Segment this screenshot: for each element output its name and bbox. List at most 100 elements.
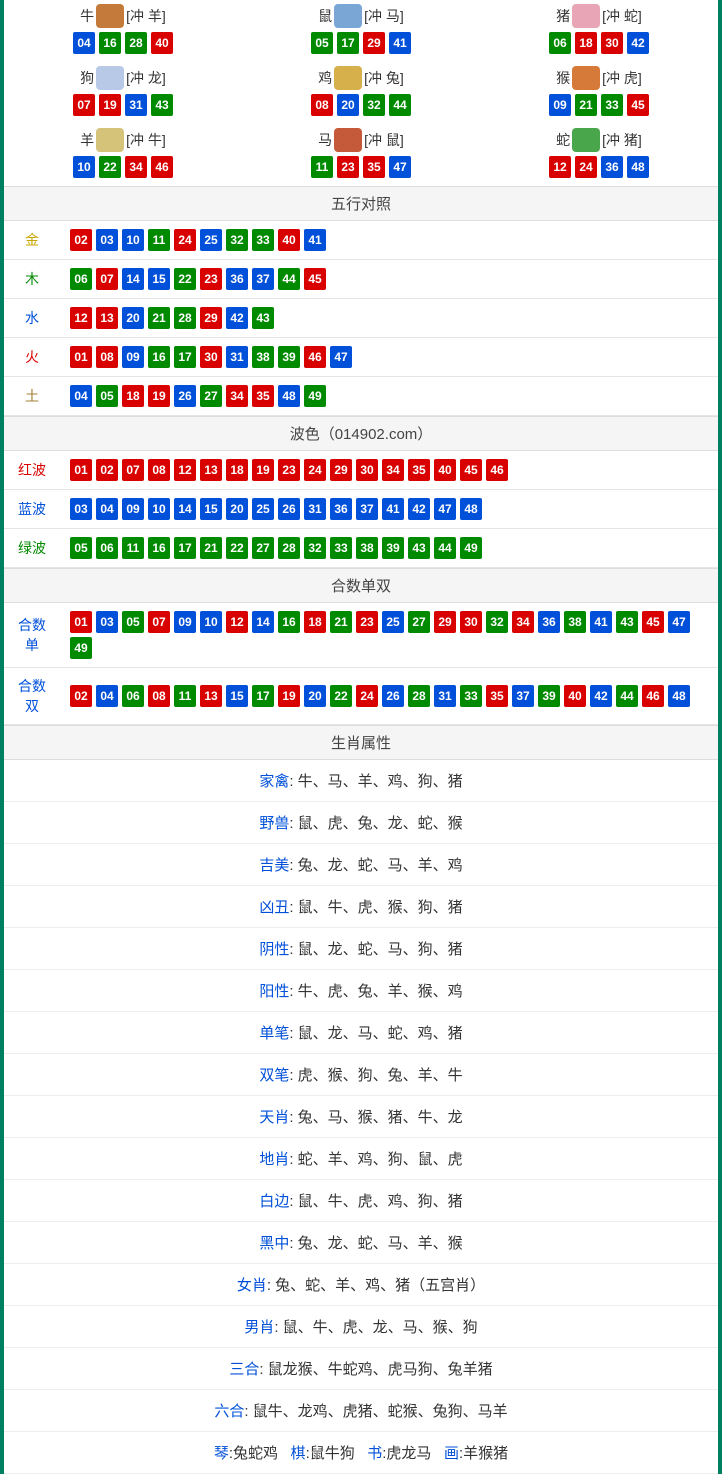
number-ball: 33 [252,229,274,251]
zodiac-clash: [冲 龙] [126,68,166,88]
attr-value: 鼠、牛、虎、龙、马、猴、狗 [283,1319,478,1336]
number-ball: 43 [408,537,430,559]
number-ball: 28 [125,32,147,54]
number-ball: 05 [70,537,92,559]
attr-row: 六合: 鼠牛、龙鸡、虎猪、蛇猴、兔狗、马羊 [4,1390,718,1432]
zodiac-grid: 牛[冲 羊]04162840鼠[冲 马]05172941猪[冲 蛇]061830… [4,0,718,186]
number-ball: 30 [601,32,623,54]
number-ball: 38 [356,537,378,559]
table-row: 火 0108091617303138394647 [4,338,718,377]
number-ball: 10 [122,229,144,251]
number-ball: 32 [226,229,248,251]
ball-line: 0102070812131819232429303435404546 [70,459,708,481]
attr-row: 单笔: 鼠、龙、马、蛇、鸡、猪 [4,1012,718,1054]
ball-line: 03040910141520252631363741424748 [70,498,708,520]
number-ball: 33 [601,94,623,116]
number-ball: 02 [70,685,92,707]
zodiac-cell: 马[冲 鼠]11233547 [242,124,480,186]
number-ball: 09 [122,498,144,520]
zodiac-clash: [冲 马] [364,6,404,26]
table-row: 合数双0204060811131517192022242628313335373… [4,668,718,725]
number-ball: 36 [330,498,352,520]
section-header-wuxing: 五行对照 [4,186,718,221]
number-ball: 46 [486,459,508,481]
number-ball: 27 [408,611,430,633]
number-ball: 48 [278,385,300,407]
attr-row: 野兽: 鼠、虎、兔、龙、蛇、猴 [4,802,718,844]
number-ball: 16 [99,32,121,54]
ball-line: 02031011242532334041 [70,229,708,251]
number-ball: 06 [549,32,571,54]
number-ball: 44 [616,685,638,707]
number-ball: 40 [564,685,586,707]
number-ball: 17 [337,32,359,54]
zodiac-name: 马 [318,130,332,150]
zodiac-cell: 蛇[冲 猪]12243648 [480,124,718,186]
attr-key: 地肖 [259,1151,289,1168]
table-row: 土04051819262734354849 [4,377,718,416]
number-ball: 12 [174,459,196,481]
attr-key: 凶丑 [259,899,289,916]
zodiac-clash: [冲 虎] [602,68,642,88]
number-ball: 45 [627,94,649,116]
zodiac-clash: [冲 蛇] [602,6,642,26]
ball-line: 0108091617303138394647 [70,346,708,368]
ball-row: 12243648 [480,156,718,178]
attr-key: 男肖 [244,1319,274,1336]
zodiac-name: 鼠 [318,6,332,26]
zodiac-clash: [冲 兔] [364,68,404,88]
number-ball: 23 [356,611,378,633]
number-ball: 30 [356,459,378,481]
zodiac-icon [572,128,600,152]
number-ball: 37 [356,498,378,520]
number-ball: 11 [122,537,144,559]
number-ball: 13 [96,307,118,329]
number-ball: 14 [174,498,196,520]
number-ball: 22 [330,685,352,707]
number-ball: 43 [151,94,173,116]
number-ball: 29 [200,307,222,329]
attr-key: 六合 [214,1403,244,1420]
number-ball: 46 [642,685,664,707]
zodiac-cell: 猪[冲 蛇]06183042 [480,0,718,62]
number-ball: 34 [512,611,534,633]
number-ball: 21 [148,307,170,329]
number-ball: 08 [148,685,170,707]
number-ball: 40 [434,459,456,481]
zodiac-clash: [冲 鼠] [364,130,404,150]
number-ball: 42 [627,32,649,54]
attr-value: 鼠龙猴、牛蛇鸡、虎马狗、兔羊猪 [268,1361,493,1378]
number-ball: 31 [434,685,456,707]
wuxing-table: 金02031011242532334041木060714152223363744… [4,221,718,416]
row-label: 绿波 [4,529,60,568]
number-ball: 25 [200,229,222,251]
number-ball: 15 [200,498,222,520]
number-ball: 26 [382,685,404,707]
zodiac-clash: [冲 猪] [602,130,642,150]
attr-row: 女肖: 兔、蛇、羊、鸡、猪（五宫肖） [4,1264,718,1306]
number-ball: 32 [363,94,385,116]
attr-row: 双笔: 虎、猴、狗、兔、羊、牛 [4,1054,718,1096]
number-ball: 02 [70,229,92,251]
number-ball: 29 [330,459,352,481]
number-ball: 36 [538,611,560,633]
number-ball: 34 [382,459,404,481]
number-ball: 08 [96,346,118,368]
footer-key: 棋 [291,1445,306,1462]
row-label: 火 [4,338,60,377]
attr-row: 白边: 鼠、牛、虎、鸡、狗、猪 [4,1180,718,1222]
number-ball: 25 [382,611,404,633]
attr-key: 野兽 [259,815,289,832]
number-ball: 09 [122,346,144,368]
number-ball: 18 [226,459,248,481]
attr-row: 三合: 鼠龙猴、牛蛇鸡、虎马狗、兔羊猪 [4,1348,718,1390]
number-ball: 35 [363,156,385,178]
zodiac-icon [334,128,362,152]
number-ball: 14 [122,268,144,290]
number-ball: 16 [278,611,300,633]
number-ball: 19 [278,685,300,707]
number-ball: 44 [389,94,411,116]
number-ball: 30 [200,346,222,368]
number-ball: 03 [96,229,118,251]
attr-value: 鼠、龙、蛇、马、狗、猪 [298,941,463,958]
